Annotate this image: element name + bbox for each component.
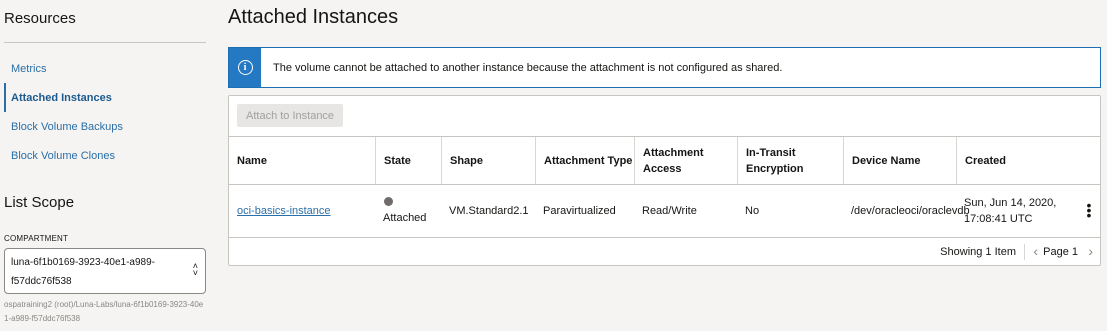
info-banner: i The volume cannot be attached to anoth… bbox=[228, 47, 1101, 88]
pager-divider bbox=[1024, 244, 1025, 260]
compartment-label: COMPARTMENT bbox=[4, 234, 69, 243]
cell-state: Attached bbox=[375, 185, 441, 237]
chevron-left-icon[interactable]: ‹ bbox=[1033, 243, 1038, 259]
cell-attachment-type: Paravirtualized bbox=[543, 205, 616, 217]
sidebar-item-block-volume-clones[interactable]: Block Volume Clones bbox=[4, 141, 206, 170]
list-scope-heading: List Scope bbox=[4, 194, 75, 211]
state-text: Attached bbox=[383, 211, 427, 224]
kebab-icon[interactable]: • • • bbox=[1084, 198, 1094, 222]
state-dot-icon bbox=[384, 196, 393, 206]
table-footer: Showing 1 Item ‹ Page 1 › bbox=[229, 238, 1100, 266]
info-strip: i bbox=[229, 48, 261, 87]
chevron-updown-icon: ˄ ˅ bbox=[192, 261, 198, 278]
resources-heading: Resources bbox=[4, 10, 76, 27]
showing-count: Showing 1 Item bbox=[940, 246, 1016, 258]
attached-instances-table: Attach to Instance Name State Shape Atta… bbox=[228, 95, 1101, 266]
cell-name: oci-basics-instance bbox=[229, 185, 375, 237]
cell-created: Sun, Jun 14, 2020, 17:08:41 UTC bbox=[964, 197, 1057, 225]
column-header-created[interactable]: Created bbox=[956, 137, 1100, 184]
column-header-state[interactable]: State bbox=[375, 137, 441, 184]
column-header-in-transit-encryption[interactable]: In-Transit Encryption bbox=[737, 137, 843, 184]
sidebar-item-attached-instances[interactable]: Attached Instances bbox=[4, 83, 206, 112]
column-header-attachment-type[interactable]: Attachment Type bbox=[535, 137, 634, 184]
cell-device-name: /dev/oracleoci/oraclevdb bbox=[851, 205, 970, 217]
column-header-name[interactable]: Name bbox=[229, 137, 371, 184]
column-header-shape[interactable]: Shape bbox=[441, 137, 535, 184]
cell-attachment-access: Read/Write bbox=[642, 205, 697, 217]
attach-to-instance-button[interactable]: Attach to Instance bbox=[237, 104, 344, 127]
sidebar-item-metrics[interactable]: Metrics bbox=[4, 54, 206, 83]
sidebar-item-block-volume-backups[interactable]: Block Volume Backups bbox=[4, 112, 206, 141]
instance-link[interactable]: oci-basics-instance bbox=[237, 203, 331, 219]
page-title: Attached Instances bbox=[228, 6, 399, 28]
column-header-attachment-access[interactable]: Attachment Access bbox=[634, 137, 737, 184]
cell-in-transit-encryption: No bbox=[745, 205, 760, 217]
cell-shape: VM.Standard2.1 bbox=[449, 205, 529, 217]
compartment-select[interactable]: luna-6f1b0169-3923-40e1-a989-f57ddc76f53… bbox=[4, 248, 206, 294]
compartment-path: ospatraining2 (root)/Luna-Labs/luna-6f1b… bbox=[4, 300, 204, 323]
sidebar-divider bbox=[4, 42, 206, 43]
chevron-right-icon[interactable]: › bbox=[1088, 243, 1093, 259]
column-header-device-name[interactable]: Device Name bbox=[843, 137, 956, 184]
sidebar: Resources Metrics Attached Instances Blo… bbox=[4, 0, 206, 331]
page-label: Page 1 bbox=[1043, 246, 1078, 258]
compartment-select-value: luna-6f1b0169-3923-40e1-a989-f57ddc76f53… bbox=[11, 257, 156, 287]
info-icon: i bbox=[237, 60, 253, 75]
info-message: The volume cannot be attached to another… bbox=[273, 61, 783, 74]
